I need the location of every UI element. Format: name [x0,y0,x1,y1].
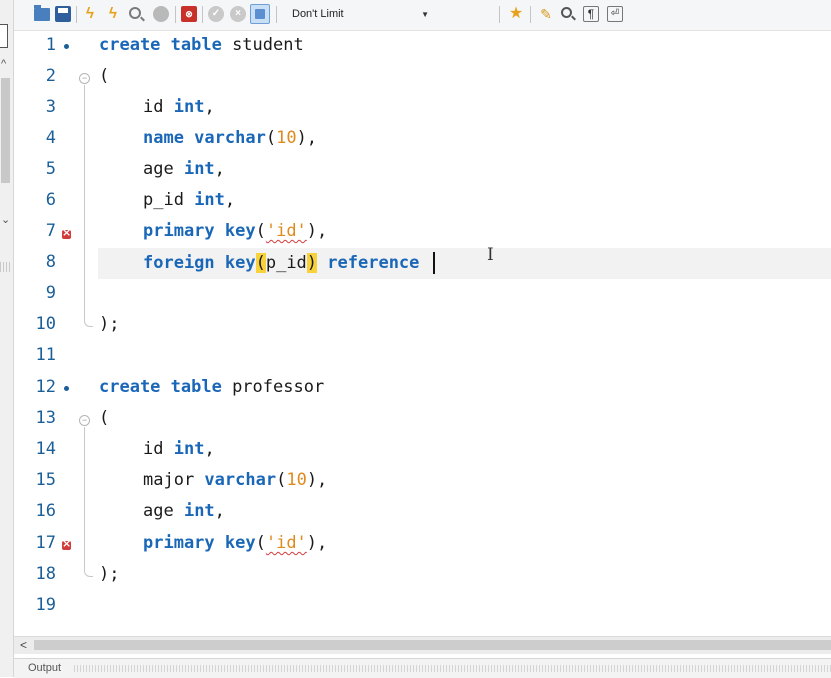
code-line-18: ); [99,564,120,584]
save-icon[interactable] [55,6,71,22]
code-line-3: id int, [143,97,215,117]
toolbar-separator [202,6,203,23]
toolbar-separator [530,6,531,23]
line-number: 13 [35,408,56,428]
find-icon[interactable] [561,7,572,18]
code-line-13: ( [99,408,110,428]
toggle-continue-icon[interactable]: ⊗ [181,6,197,22]
line-number: 6 [45,190,56,210]
code-line-8: foreign key(p_id) reference [143,252,435,274]
chevron-down-icon[interactable]: ⌄ [1,213,10,226]
bookmark-icon[interactable]: ★ [508,6,524,22]
syntax-error-icon[interactable] [62,226,71,239]
horizontal-scrollbar[interactable]: < [14,636,831,654]
syntax-error-icon[interactable] [62,537,71,550]
fold-end-marker [84,318,93,327]
code-line-7: primary key('id'), [143,221,328,241]
word-wrap-icon[interactable]: ⏎ [607,6,623,22]
fold-guide [84,427,85,569]
toolbar-separator [276,6,277,23]
fold-toggle-icon[interactable]: − [79,415,90,426]
fold-end-marker [84,568,93,577]
fold-toggle-icon[interactable]: − [79,73,90,84]
code-line-1: create table student [99,35,304,55]
line-number: 7 [45,221,56,241]
splitter-grip[interactable] [0,262,12,272]
code-line-14: id int, [143,439,215,459]
line-number: 18 [35,564,56,584]
open-folder-icon[interactable] [34,5,50,21]
execute-icon[interactable]: ϟ [82,6,98,22]
code-line-6: p_id int, [143,190,236,210]
code-line-12: create table professor [99,377,325,397]
code-line-4: name varchar(10), [143,128,318,148]
side-panel-box [0,24,8,48]
line-number: 12 [35,377,56,397]
limit-rows-select[interactable]: Don't Limit ▼ [289,5,433,24]
side-scrollbar-thumb[interactable] [1,78,10,183]
text-cursor [432,252,435,274]
line-number: 19 [35,595,56,615]
explain-icon[interactable] [129,7,141,19]
line-number: 9 [45,283,56,303]
side-panel-edge: ^ ⌄ [0,0,14,677]
line-number: 17 [35,533,56,553]
sql-editor[interactable]: 1 2 3 4 5 6 7 8 9 10 11 12 13 14 15 16 1… [14,31,831,635]
toolbar-separator [76,6,77,23]
stop-icon[interactable] [153,6,169,22]
execute-current-icon[interactable]: ϟ [105,6,121,22]
line-number: 15 [35,470,56,490]
line-number: 11 [35,345,56,365]
code-line-2: ( [99,66,110,86]
rollback-icon[interactable]: × [230,6,246,22]
code-line-10: ); [99,314,120,334]
line-number: 2 [45,66,56,86]
statement-marker-icon [64,44,69,49]
code-line-5: age int, [143,159,225,179]
toolbar-separator [175,6,176,23]
chevron-down-icon: ▼ [421,10,429,19]
line-number: 5 [45,159,56,179]
output-label: Output [28,662,62,674]
statement-marker-icon [64,386,69,391]
line-number: 8 [45,252,56,272]
chevron-left-icon[interactable]: < [20,637,27,653]
output-panel-header[interactable]: Output [14,658,831,678]
mouse-ibeam-cursor: I [487,245,494,265]
line-number: 14 [35,439,56,459]
code-line-16: age int, [143,501,225,521]
line-number: 1 [45,35,56,55]
output-splitter-grip[interactable] [74,665,831,672]
horizontal-scrollbar-thumb[interactable] [34,640,831,650]
invisible-chars-icon[interactable]: ¶ [583,6,599,22]
line-number: 3 [45,97,56,117]
line-number: 4 [45,128,56,148]
sql-editor-toolbar: ϟ ϟ ⊗ ✓ × Don't Limit ▼ ★ ✎ ¶ ⏎ [14,0,831,31]
code-line-17: primary key('id'), [143,533,328,553]
fold-guide [84,85,85,319]
code-line-15: major varchar(10), [143,470,328,490]
line-number: 16 [35,501,56,521]
autocommit-icon[interactable] [250,4,270,24]
chevron-up-icon[interactable]: ^ [1,58,6,70]
beautify-icon[interactable]: ✎ [538,6,554,22]
toolbar-separator [499,6,500,23]
commit-icon[interactable]: ✓ [208,6,224,22]
line-number: 10 [35,314,56,334]
limit-rows-value: Don't Limit [292,8,344,20]
